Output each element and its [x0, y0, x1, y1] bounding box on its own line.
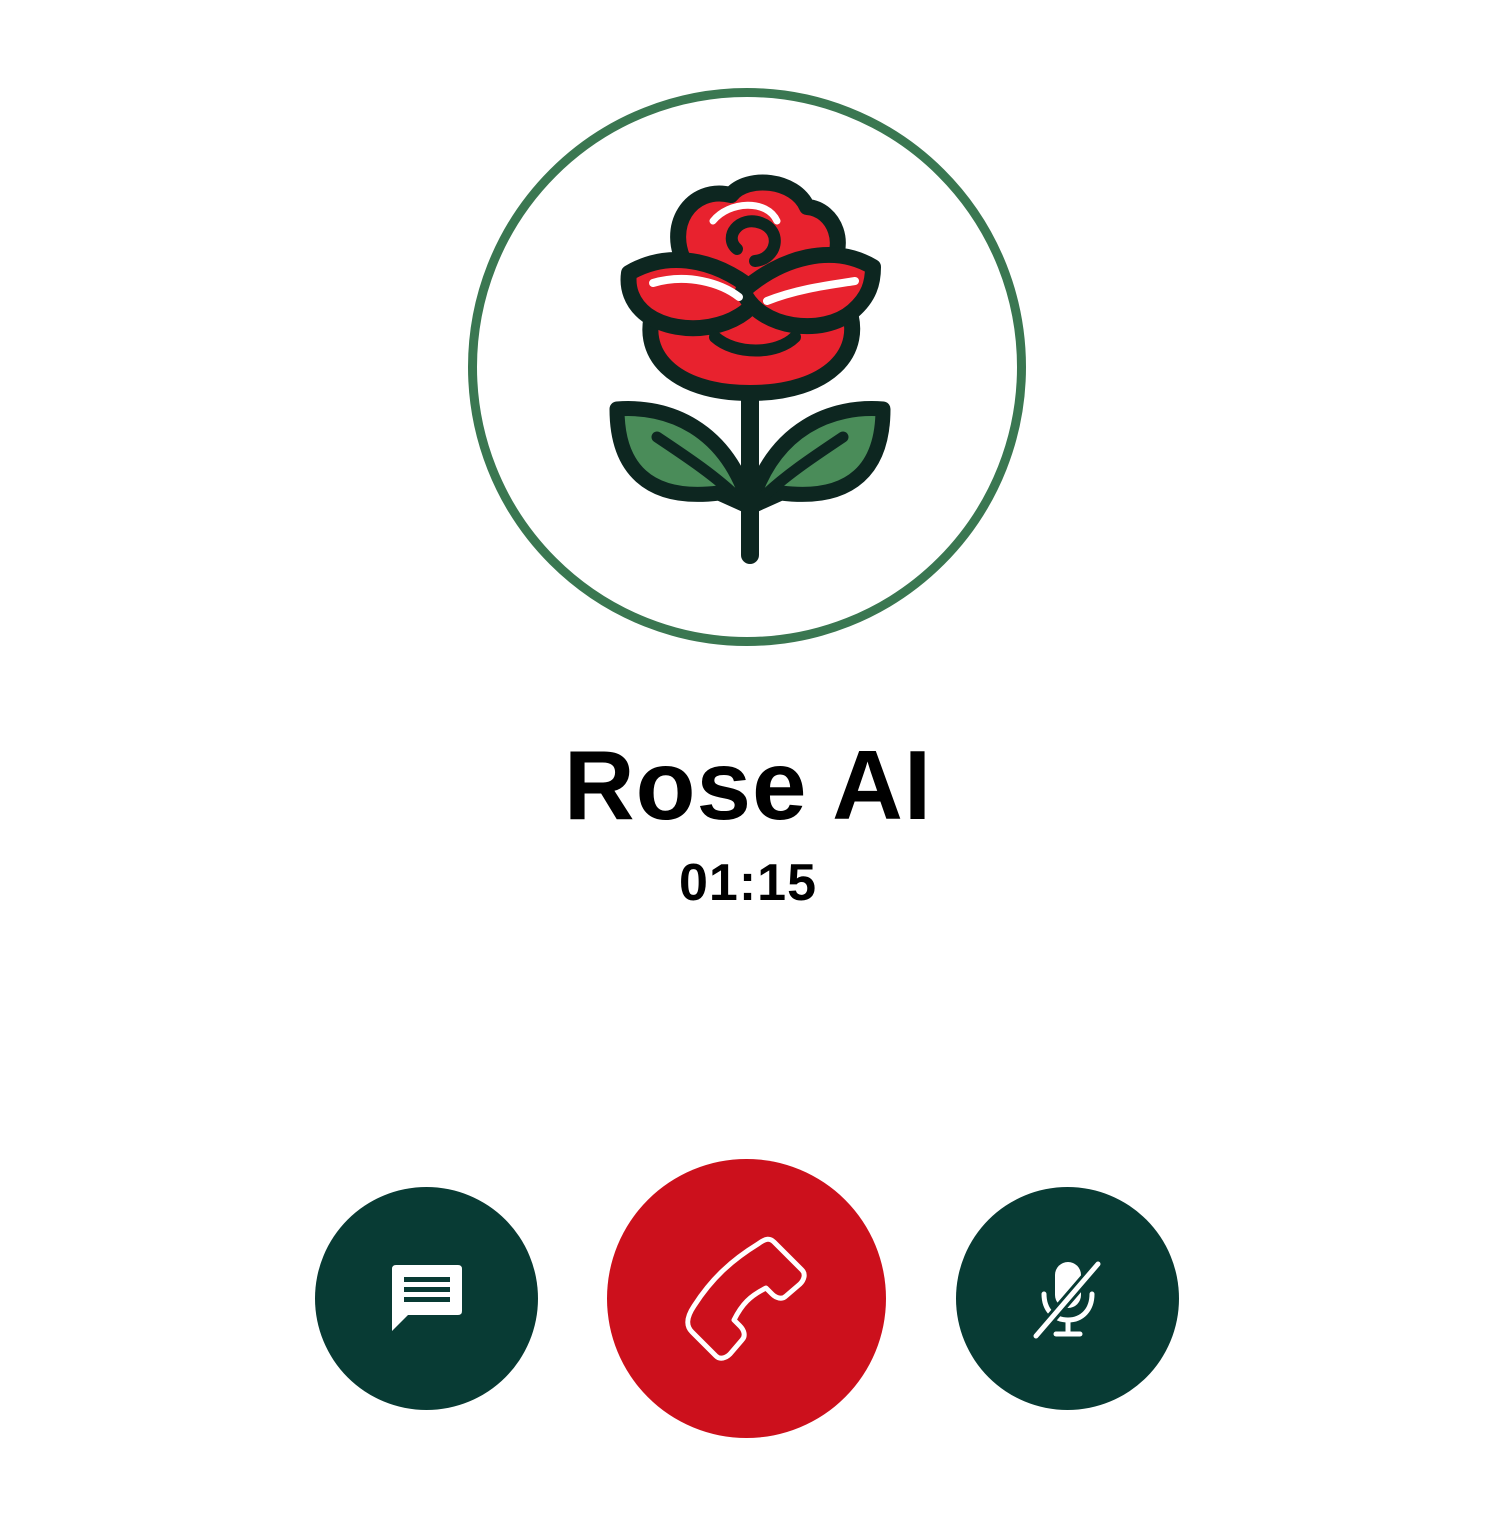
contact-name: Rose AI — [563, 730, 933, 840]
microphone-off-icon — [1031, 1259, 1102, 1340]
call-duration: 01:15 — [679, 854, 817, 912]
mute-button[interactable] — [956, 1187, 1179, 1410]
call-screen: Rose AI 01:15 — [0, 0, 1511, 1516]
contact-avatar — [468, 88, 1026, 646]
message-button[interactable] — [315, 1187, 538, 1410]
end-call-button[interactable] — [607, 1159, 886, 1438]
message-icon — [391, 1264, 462, 1331]
rose-icon — [609, 174, 891, 564]
phone-hangup-icon — [684, 1236, 807, 1361]
